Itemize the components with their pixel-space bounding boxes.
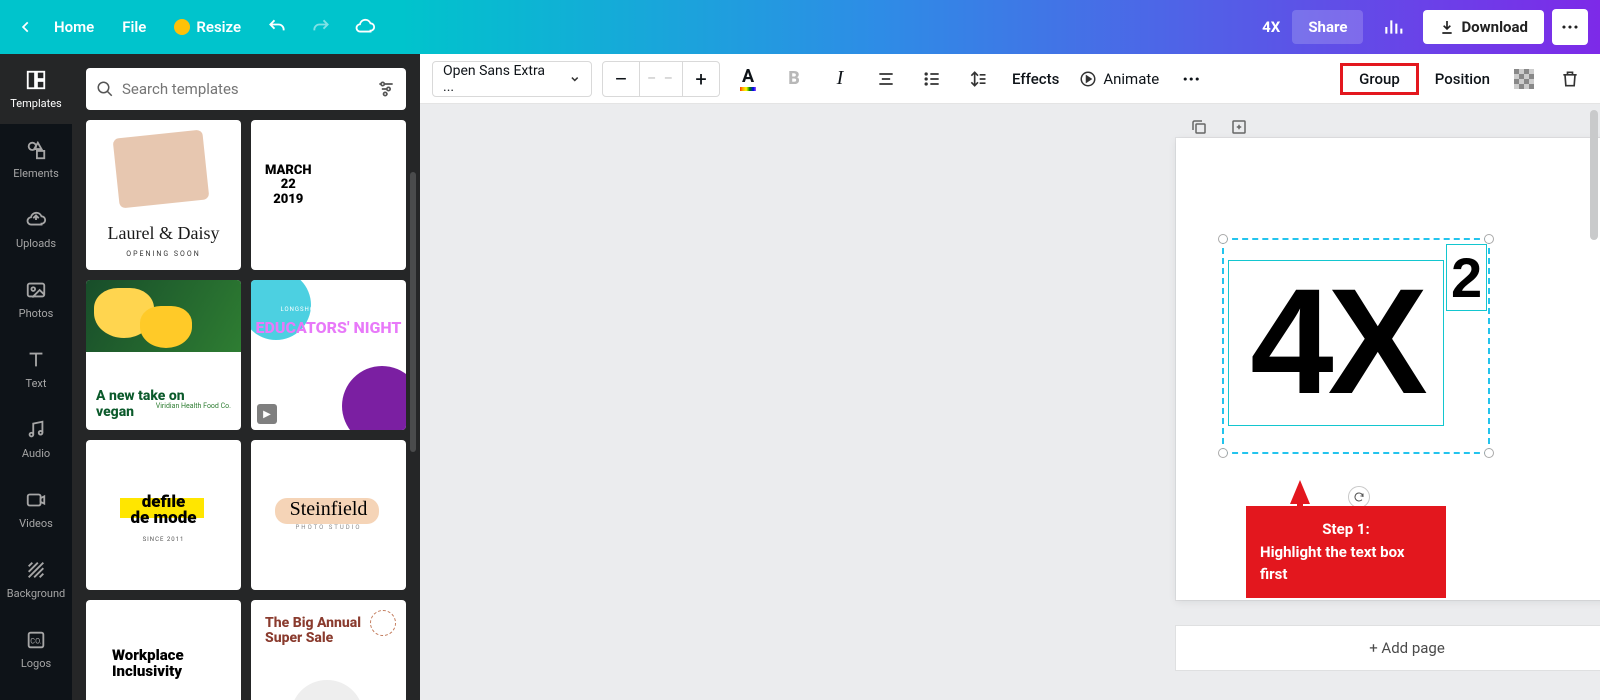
italic-button[interactable]: I bbox=[822, 61, 858, 97]
canvas-text-superscript[interactable]: 2 bbox=[1446, 244, 1487, 311]
search-icon bbox=[96, 80, 114, 98]
rail-uploads[interactable]: Uploads bbox=[0, 194, 72, 264]
decrease-size[interactable]: – bbox=[603, 62, 639, 96]
add-page-button[interactable]: + Add page bbox=[1176, 626, 1600, 670]
back-button[interactable] bbox=[12, 20, 40, 34]
download-label: Download bbox=[1461, 18, 1528, 36]
rail-text[interactable]: Text bbox=[0, 334, 72, 404]
top-menu-bar: Home File Resize 4X Share Download ··· bbox=[0, 0, 1600, 54]
delete-button[interactable] bbox=[1552, 61, 1588, 97]
rail-elements[interactable]: Elements bbox=[0, 124, 72, 194]
bold-button[interactable]: B bbox=[776, 61, 812, 97]
resize-button[interactable]: Resize bbox=[174, 18, 241, 36]
rail-label: Background bbox=[7, 587, 65, 600]
animate-button[interactable]: Animate bbox=[1075, 61, 1163, 97]
chevron-down-icon bbox=[569, 73, 581, 85]
rail-videos[interactable]: Videos bbox=[0, 474, 72, 544]
rail-templates[interactable]: Templates bbox=[0, 54, 72, 124]
add-page-icon[interactable] bbox=[1226, 114, 1252, 140]
filter-icon[interactable] bbox=[376, 79, 396, 99]
share-button[interactable]: Share bbox=[1292, 10, 1363, 44]
resize-handle[interactable] bbox=[1484, 234, 1494, 244]
rail-label: Elements bbox=[13, 167, 59, 180]
rail-logos[interactable]: CO. Logos bbox=[0, 614, 72, 684]
rail-label: Logos bbox=[21, 657, 51, 670]
side-rail: Templates Elements Uploads Photos Text A… bbox=[0, 54, 72, 700]
redo-button[interactable] bbox=[299, 10, 343, 44]
group-button[interactable]: Group bbox=[1340, 63, 1419, 95]
rail-label: Videos bbox=[19, 517, 53, 530]
rail-label: Text bbox=[26, 377, 47, 390]
template-card[interactable]: Steinfield PHOTO STUDIO bbox=[251, 440, 406, 590]
publish-button[interactable] bbox=[1371, 10, 1415, 44]
annotation-step1: Step 1: Highlight the text box first bbox=[1246, 506, 1446, 598]
canvas-stage[interactable]: 4X 2 Step 2: Group the 2 text box togeth… bbox=[420, 104, 1600, 700]
more-menu-button[interactable]: ··· bbox=[1552, 9, 1588, 45]
search-templates[interactable] bbox=[86, 68, 406, 110]
rail-label: Audio bbox=[22, 447, 50, 460]
rail-background[interactable]: Background bbox=[0, 544, 72, 614]
crown-icon bbox=[174, 19, 190, 35]
template-card[interactable]: The Big Annual Super Sale bbox=[251, 600, 406, 700]
transparency-button[interactable] bbox=[1506, 61, 1542, 97]
templates-panel: Laurel & Daisy OPENING SOON SAVETHEDATE … bbox=[72, 54, 420, 700]
canvas-scrollbar[interactable] bbox=[1590, 110, 1598, 240]
home-link[interactable]: Home bbox=[54, 18, 94, 36]
template-card[interactable]: Workplace Inclusivity bbox=[86, 600, 241, 700]
more-tools-button[interactable]: ··· bbox=[1173, 61, 1209, 97]
rail-photos[interactable]: Photos bbox=[0, 264, 72, 334]
annotation-arrow-down bbox=[1290, 480, 1310, 504]
rotate-handle[interactable] bbox=[1348, 486, 1370, 508]
search-input[interactable] bbox=[122, 80, 368, 98]
canvas-text-main[interactable]: 4X bbox=[1228, 266, 1444, 416]
resize-handle[interactable] bbox=[1218, 234, 1228, 244]
font-size-stepper[interactable]: – – – + bbox=[602, 61, 720, 97]
spacing-button[interactable] bbox=[960, 61, 996, 97]
increase-size[interactable]: + bbox=[683, 62, 719, 96]
context-toolbar: Open Sans Extra ... – – – + A B I Eff bbox=[420, 54, 1600, 104]
rail-label: Templates bbox=[10, 97, 61, 110]
download-button[interactable]: Download bbox=[1423, 10, 1544, 44]
zoom-level[interactable]: 4X bbox=[1262, 18, 1280, 36]
template-card[interactable]: SAVETHEDATE MARCH222019 bbox=[251, 120, 406, 270]
effects-button[interactable]: Effects bbox=[1006, 70, 1065, 88]
file-menu[interactable]: File bbox=[122, 18, 146, 36]
font-family-select[interactable]: Open Sans Extra ... bbox=[432, 61, 592, 97]
template-card[interactable]: defilede mode SINCE 2011 bbox=[86, 440, 241, 590]
panel-scrollbar[interactable] bbox=[410, 172, 416, 452]
resize-handle[interactable] bbox=[1484, 448, 1494, 458]
play-icon: ▶ bbox=[257, 404, 277, 424]
resize-label: Resize bbox=[196, 18, 241, 36]
cloud-sync-icon[interactable] bbox=[343, 10, 387, 44]
template-card[interactable]: A new take on vegan Viridian Health Food… bbox=[86, 280, 241, 430]
duplicate-page-icon[interactable] bbox=[1186, 114, 1212, 140]
rail-label: Uploads bbox=[16, 237, 56, 250]
position-button[interactable]: Position bbox=[1429, 70, 1496, 88]
alignment-button[interactable] bbox=[868, 61, 904, 97]
text-color-button[interactable]: A bbox=[730, 61, 766, 97]
resize-handle[interactable] bbox=[1218, 448, 1228, 458]
rail-label: Photos bbox=[19, 307, 54, 320]
font-size-value[interactable]: – – bbox=[639, 62, 683, 96]
template-card[interactable]: Laurel & Daisy OPENING SOON bbox=[86, 120, 241, 270]
rail-audio[interactable]: Audio bbox=[0, 404, 72, 474]
undo-button[interactable] bbox=[255, 10, 299, 44]
template-card[interactable]: LONGSHORE HIGH SCHOOL EDUCATORS' NIGHT W… bbox=[251, 280, 406, 430]
list-button[interactable] bbox=[914, 61, 950, 97]
svg-text:CO.: CO. bbox=[30, 636, 41, 645]
